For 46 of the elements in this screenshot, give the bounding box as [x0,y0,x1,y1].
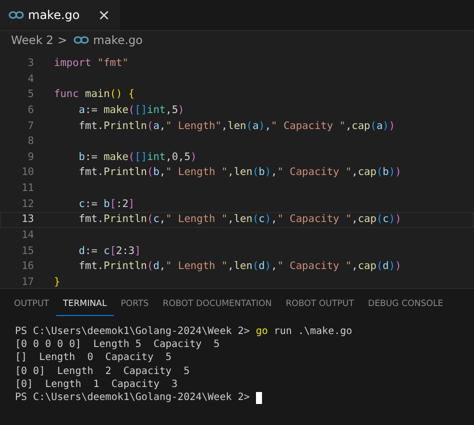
code-line: import "fmt" [54,56,128,71]
code-line: d:= c[2:3] [78,244,141,259]
editor-tab[interactable]: make.go × [0,0,120,30]
code-line: fmt.Println(a," Length",len(a)," Capacity ",cap(a)) [78,118,396,134]
terminal-prompt: PS C:\Users\deemok1\Golang-2024\Week 2> [15,390,250,404]
line-number: 5 [26,87,34,102]
terminal-line: [0 0 0 0 0] Length 5 Capacity 5 [15,338,220,352]
line-number: 6 [26,102,34,118]
panel-tab[interactable]: OUTPUT [7,292,56,316]
breadcrumb-item[interactable]: Week 2 [11,33,54,47]
line-number: 11 [20,181,34,196]
close-icon[interactable]: × [98,6,110,24]
code-line: b:= make([]int,0,5) [78,150,197,165]
line-number: 13 [20,212,34,228]
panel-tab[interactable]: PORTS [114,292,156,316]
terminal-line: [0 0] Length 2 Capacity 5 [15,364,190,378]
go-file-icon [8,11,24,19]
code-line: a:= make([]int,5) [78,102,184,118]
line-number: 15 [20,244,34,259]
panel-tab[interactable]: DEBUG CONSOLE [360,292,450,316]
panel-tab[interactable]: ROBOT DOCUMENTATION [156,292,279,316]
code-line: fmt.Println(b," Length ",len(b)," Capacity ",cap(b)) [78,165,402,180]
line-number: 12 [20,196,34,212]
code-line: fmt.Println(d," Length ",len(d)," Capacity ",cap(d)) [78,259,402,274]
terminal-line: PS C:\Users\deemok1\Golang-2024\Week 2> go run .\make.go [15,325,352,338]
line-number: 3 [26,56,34,71]
line-number: 4 [26,72,34,87]
breadcrumb-separator: > [57,33,68,47]
panel-tab[interactable]: ROBOT OUTPUT [278,292,361,316]
line-number: 16 [20,259,34,274]
breadcrumb-item[interactable]: make.go [93,33,143,47]
go-file-icon [73,36,90,44]
line-number: 14 [20,228,34,244]
line-number: 17 [20,274,34,290]
terminal-line: [0] Length 1 Capacity 3 [15,378,178,391]
code-line: func main() { [54,87,135,102]
text-cursor [256,392,262,404]
line-number: 8 [26,134,34,150]
code-line: fmt.Println(c," Length ",len(c)," Capacity ",cap(c)) [78,212,402,228]
terminal-line: [] Length 0 Capacity 5 [15,351,172,365]
line-number: 9 [26,150,34,165]
code-line: c:= b[:2] [78,196,135,212]
panel-tab[interactable]: TERMINAL [56,292,114,316]
line-number: 7 [26,118,34,134]
line-number: 10 [20,165,34,180]
code-line: } [54,274,60,290]
